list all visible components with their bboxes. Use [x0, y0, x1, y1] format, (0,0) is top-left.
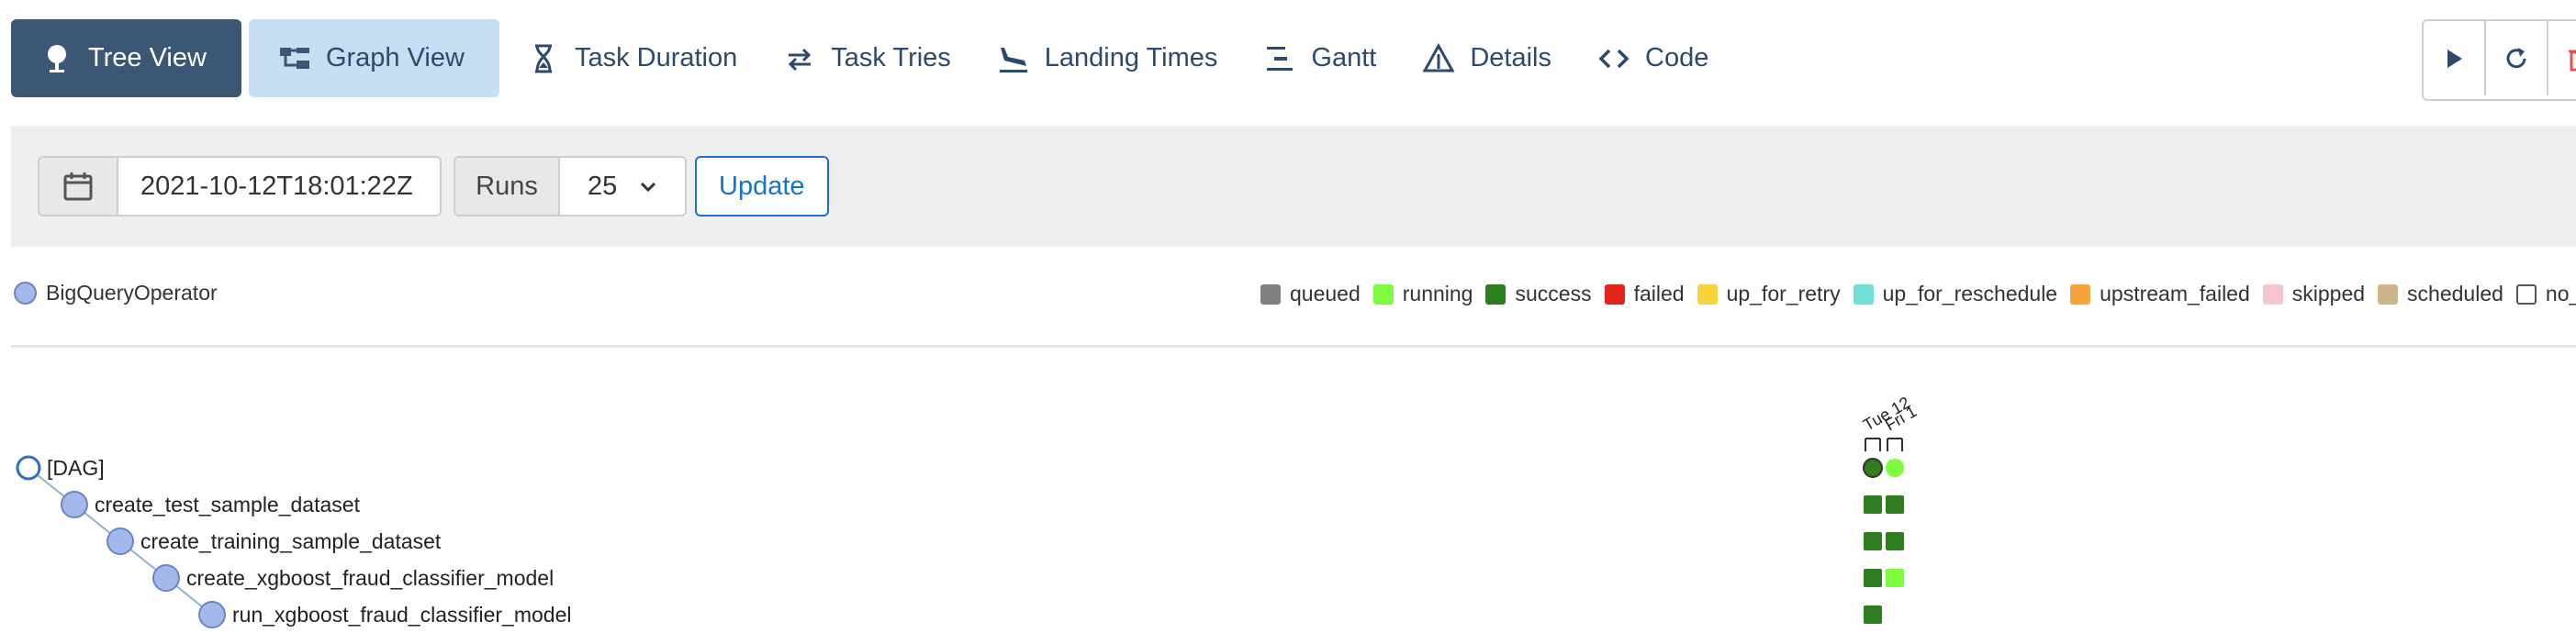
task-instance-success[interactable] [1886, 495, 1904, 514]
task-label[interactable]: create_training_sample_dataset [140, 529, 442, 553]
task-instance-success[interactable] [1886, 532, 1904, 550]
task-node[interactable] [152, 564, 180, 592]
task-node[interactable] [106, 528, 134, 555]
task-instance-running[interactable] [1886, 569, 1904, 587]
task-instance-success[interactable] [1864, 532, 1882, 550]
task-instance-success[interactable] [1864, 569, 1882, 587]
task-node[interactable] [198, 601, 226, 628]
dag-run-success[interactable] [1863, 458, 1883, 478]
tree-view: [DAG] create_test_sample_dataset create_tr… [16, 393, 1920, 628]
task-label[interactable]: [DAG] [47, 456, 105, 480]
task-label[interactable]: run_xgboost_fraud_classifier_model [232, 603, 572, 627]
task-instance-success[interactable] [1864, 605, 1882, 624]
dag-run-running[interactable] [1886, 459, 1904, 477]
task-instance-success[interactable] [1864, 495, 1882, 514]
dag-node[interactable] [16, 455, 41, 481]
task-label[interactable]: create_test_sample_dataset [95, 493, 361, 516]
task-node[interactable] [61, 491, 88, 518]
task-label[interactable]: create_xgboost_fraud_classifier_model [186, 566, 554, 590]
